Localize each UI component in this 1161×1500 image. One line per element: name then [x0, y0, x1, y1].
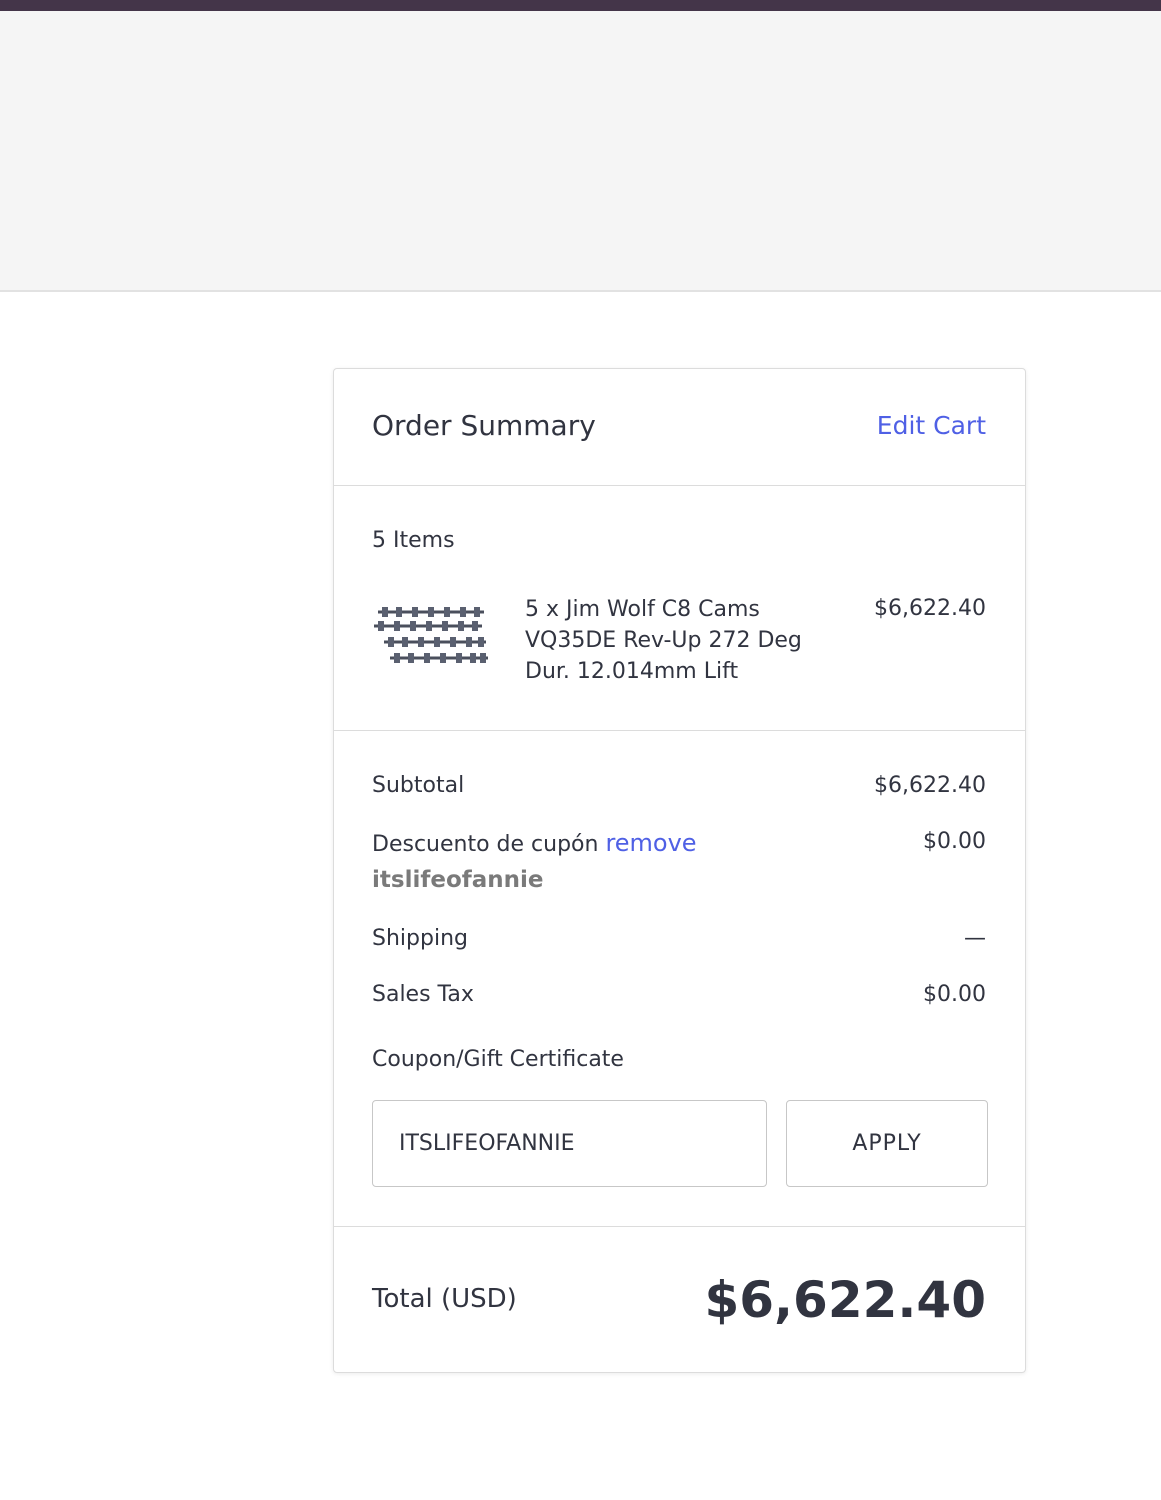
edit-cart-link[interactable]: Edit Cart — [877, 411, 986, 440]
header-band — [0, 11, 1161, 292]
discount-label: Descuento de cupón — [372, 832, 599, 857]
totals-section: Subtotal $6,622.40 Descuento de cupón re… — [334, 731, 1025, 1227]
subtotal-label: Subtotal — [372, 773, 465, 798]
order-summary-panel: Order Summary Edit Cart 5 Items 5 x Jim … — [333, 368, 1026, 1373]
remove-coupon-link[interactable]: remove — [605, 829, 696, 857]
coupon-input[interactable] — [372, 1100, 767, 1187]
order-summary-header: Order Summary Edit Cart — [334, 369, 1025, 486]
shipping-value: — — [964, 926, 986, 951]
shipping-label: Shipping — [372, 926, 468, 951]
cart-items-section: 5 Items 5 x Jim Wolf C8 Cams VQ35DE Rev-… — [334, 486, 1025, 731]
apply-coupon-button[interactable]: APPLY — [786, 1100, 988, 1187]
sales-tax-label: Sales Tax — [372, 982, 474, 1007]
item-count: 5 Items — [372, 528, 455, 553]
subtotal-value: $6,622.40 — [874, 773, 986, 798]
grand-total-section: Total (USD) $6,622.40 — [334, 1227, 1025, 1374]
total-value: $6,622.40 — [704, 1271, 986, 1329]
discount-value: $0.00 — [923, 829, 986, 854]
coupon-label: Coupon/Gift Certificate — [372, 1047, 624, 1072]
sales-tax-value: $0.00 — [923, 982, 986, 1007]
total-label: Total (USD) — [372, 1284, 517, 1314]
order-summary-title: Order Summary — [372, 409, 596, 442]
item-price: $6,622.40 — [874, 596, 986, 621]
discount-row: Descuento de cupón remove — [372, 829, 697, 857]
top-bar — [0, 0, 1161, 11]
camshaft-product-image — [372, 600, 490, 668]
item-name: 5 x Jim Wolf C8 Cams VQ35DE Rev-Up 272 D… — [525, 597, 802, 684]
applied-coupon-code: itslifeofannie — [372, 867, 544, 893]
